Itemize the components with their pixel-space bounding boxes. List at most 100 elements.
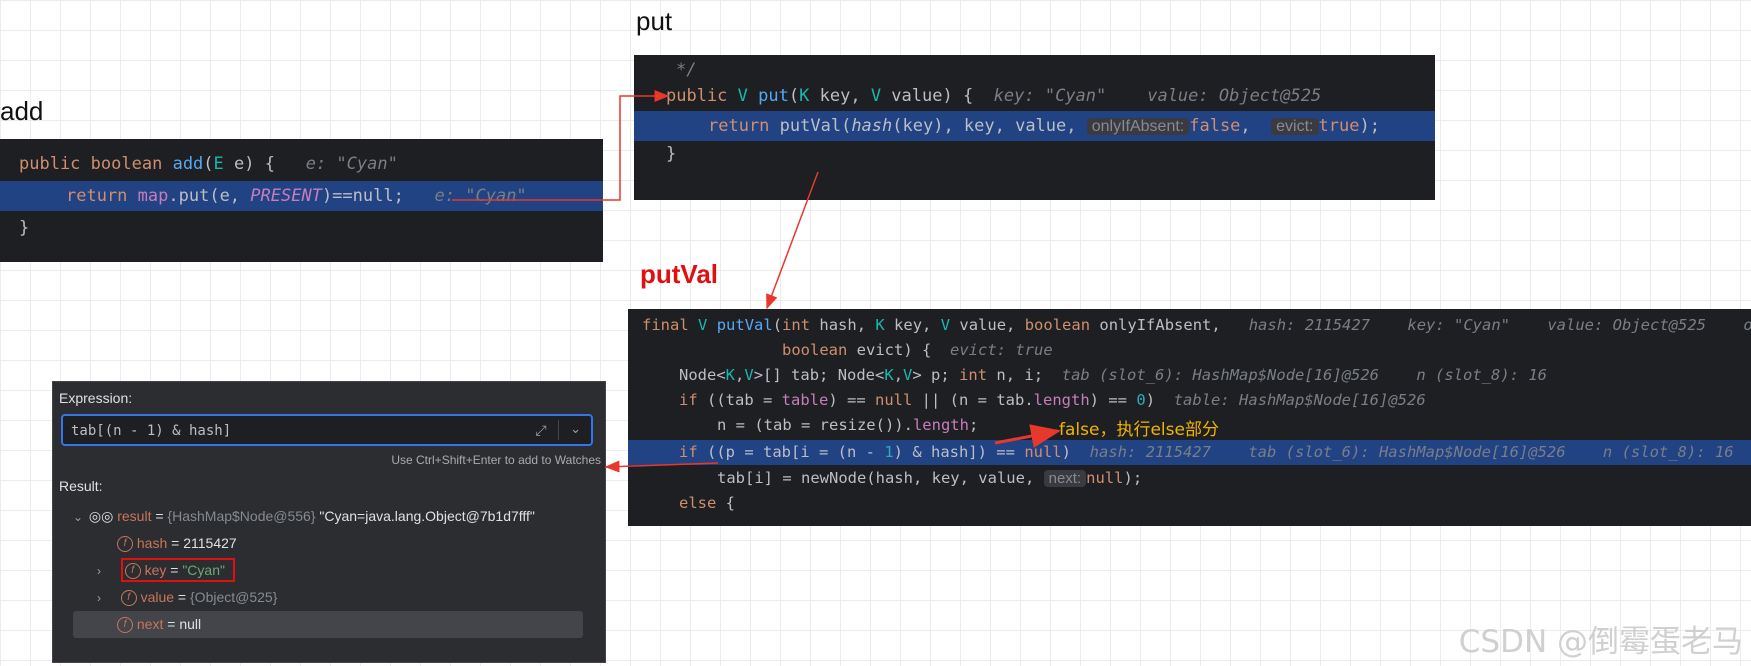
code-text: e) { [223, 154, 275, 174]
field-icon: f [117, 617, 133, 634]
var-value: null [179, 616, 202, 632]
var-value: "Cyan=java.lang.Object@7b1d7fff" [315, 508, 535, 524]
parameter-hint: evict: [1271, 118, 1319, 135]
method-name: hash [851, 116, 893, 136]
var-type: {HashMap$Node@556} [167, 508, 316, 524]
code-text: (key), key, value, [892, 116, 1087, 136]
watch-glasses-icon: ◎◎ [88, 508, 114, 524]
title-putval: putVal [640, 259, 719, 289]
code-line: tab[i] = newNode(hash, key, value, next:… [628, 466, 1751, 491]
equals: = [166, 562, 183, 578]
code-text: key, [884, 316, 941, 334]
inline-debug-value: key: "Cyan" [993, 86, 1107, 106]
keyword: boolean [1024, 316, 1091, 334]
code-panel-add: public boolean add(E e) { e: "Cyan" retu… [0, 139, 603, 262]
equals: = [151, 508, 168, 524]
final-field-icon: f [117, 536, 133, 553]
tree-row-next[interactable]: f next = null [53, 611, 605, 638]
var-value: {Object@525} [190, 589, 278, 605]
code-line: } [0, 213, 603, 243]
comment: */ [676, 60, 697, 80]
code-line-current: if ((p = tab[i = (n - 1) & hash]) == nul… [628, 440, 1751, 465]
parameter-hint: onlyIfAbsent: [1086, 118, 1190, 135]
field-icon: f [120, 590, 137, 607]
final-field-icon: f [124, 563, 141, 580]
title-put: put [636, 6, 673, 36]
number-literal: 0 [1136, 391, 1146, 409]
type-param: K [725, 366, 736, 384]
code-text: ( [788, 86, 800, 106]
inline-debug-value: evict: true [950, 341, 1053, 359]
code-text: , [893, 366, 904, 384]
inline-debug-value: tab (slot_6): HashMap$Node[16]@526 [1248, 443, 1566, 461]
key-highlight-box: f key = "Cyan" [120, 558, 235, 582]
type-param: V [940, 316, 951, 334]
chevron-right-icon[interactable]: › [97, 585, 109, 612]
title-add: add [0, 96, 44, 126]
inline-debug-value: table: HashMap$Node[16]@526 [1173, 391, 1426, 409]
type-param: V [744, 366, 754, 384]
code-text: key, [809, 86, 871, 106]
type-param: V [737, 86, 748, 106]
expression-input[interactable]: tab[(n - 1) & hash] ⤢ ⌄ [61, 414, 593, 446]
field: length [1033, 391, 1090, 409]
keyword: null [1086, 469, 1124, 487]
var-name: key [144, 562, 167, 578]
equals: = [163, 616, 180, 632]
type-param: K [799, 86, 810, 106]
parameter-hint: next: [1043, 470, 1087, 487]
code-line-current: return map.put(e, PRESENT)==null; e: "Cy… [0, 181, 603, 211]
code-text: evict) { [847, 341, 932, 359]
tree-row-hash[interactable]: f hash = 2115427 [53, 530, 605, 557]
keyword: return [708, 116, 770, 136]
code-text: || (n = tab. [912, 391, 1034, 409]
code-text: hash, [810, 316, 876, 334]
code-text: ( [203, 154, 214, 174]
code-text: ); [1123, 469, 1143, 487]
equals: = [167, 535, 184, 551]
inline-debug-value: n (slot_8): 16 [1602, 443, 1734, 461]
inline-debug-value: e: "Cyan" [305, 154, 398, 174]
code-text: onlyIfAbsent, [1090, 316, 1221, 334]
field: map [137, 186, 169, 206]
keyword: null [875, 391, 913, 409]
code-line: else { [628, 491, 1751, 516]
inline-debug-value: e: "Cyan" [434, 186, 527, 206]
var-name: hash [136, 535, 168, 551]
inline-debug-value: n (slot_8): 16 [1416, 366, 1547, 384]
keyword: if [679, 391, 698, 409]
code-text: ) [1145, 391, 1156, 409]
chevron-right-icon[interactable]: › [97, 558, 109, 585]
keyword: true [1318, 116, 1360, 136]
code-text: n, i; [987, 366, 1044, 384]
code-text: ((p = tab[i = (n - [697, 443, 885, 461]
code-text: putVal( [769, 116, 852, 136]
var-value: 2115427 [183, 535, 237, 551]
keyword: public [666, 86, 728, 106]
number-literal: 1 [884, 443, 894, 461]
code-text: } [666, 144, 677, 164]
tree-row-value[interactable]: › f value = {Object@525} [53, 584, 605, 611]
tree-row-key[interactable]: › f key = "Cyan" [53, 557, 605, 584]
code-text: > p; [912, 366, 960, 384]
watches-hint: Use Ctrl+Shift+Enter to add to Watches [391, 453, 601, 467]
code-text: ) [1061, 443, 1071, 461]
code-text: ); [1359, 116, 1380, 136]
inline-debug-value: hash: 2115427 [1089, 443, 1211, 461]
type-param: K [875, 316, 885, 334]
var-name: next [136, 616, 164, 632]
code-text: )==null; [321, 186, 404, 206]
expand-icon[interactable]: ⤢ [533, 422, 549, 438]
type-param: E [213, 154, 224, 174]
tree-row-result[interactable]: ⌄ ◎◎ result = {HashMap$Node@556} "Cyan=j… [53, 503, 605, 530]
keyword: if [679, 443, 698, 461]
keyword: final [642, 316, 689, 334]
code-text: ( [772, 316, 783, 334]
keyword: null [1024, 443, 1062, 461]
var-name: value [140, 589, 175, 605]
method-name: putVal [716, 316, 773, 334]
chevron-down-icon[interactable]: ⌄ [73, 504, 85, 531]
chevron-down-icon[interactable]: ⌄ [570, 421, 581, 437]
code-text: ) == [828, 391, 876, 409]
code-text: } [19, 218, 30, 238]
